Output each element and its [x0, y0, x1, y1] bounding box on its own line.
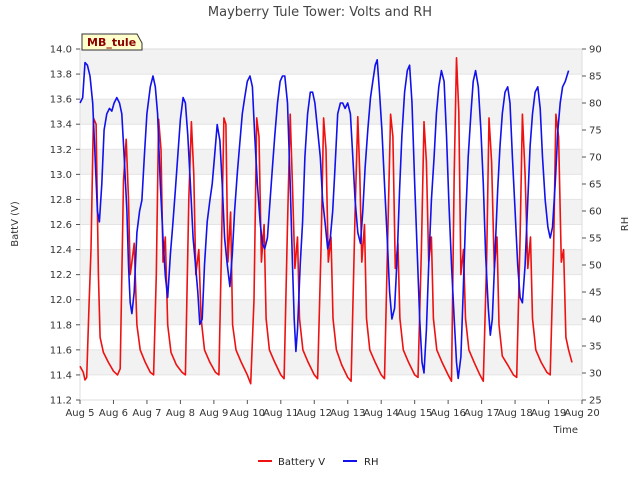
y-left-tick-label: 11.2	[50, 396, 72, 407]
y-right-tick-label: 55	[589, 234, 602, 245]
x-tick-label: Aug 13	[330, 408, 365, 419]
y-left-tick-label: 11.6	[50, 345, 72, 356]
x-tick-label: Aug 15	[397, 408, 432, 419]
grid-band	[80, 49, 582, 75]
x-tick-label: Aug 12	[297, 408, 332, 419]
site-tag: MB_tule	[81, 33, 143, 51]
x-tick-label: Aug 11	[263, 408, 298, 419]
x-tick-label: Aug 14	[363, 408, 398, 419]
x-tick-label: Aug 20	[564, 408, 599, 419]
legend: Battery V RH	[258, 457, 378, 468]
y-axis-left: 11.2 11.4 11.6 11.8 12.0 12.2 12.4 12.6 12.8 13.0…	[50, 45, 80, 407]
y-axis-left-title: BattV (V)	[10, 201, 21, 247]
x-tick-label: Aug 9	[199, 408, 228, 419]
y-axis-right: 25 30 35 40 45 50 55 60 65 70 75 80 85 90	[582, 45, 602, 407]
y-right-tick-label: 75	[589, 126, 602, 137]
x-tick-label: Aug 6	[99, 408, 128, 419]
x-tick-label: Aug 18	[497, 408, 532, 419]
grid-band	[80, 149, 582, 175]
x-tick-label: Aug 10	[230, 408, 265, 419]
x-tick-label: Aug 19	[531, 408, 566, 419]
y-left-tick-label: 13.8	[50, 70, 72, 81]
y-left-tick-label: 13.6	[50, 95, 72, 106]
y-left-tick-label: 11.4	[50, 370, 72, 381]
x-axis-title: Time	[553, 425, 578, 436]
y-left-tick-label: 12.0	[50, 295, 72, 306]
chart-svg: Mayberry Tule Tower: Volts and RH Aug 5 A…	[10, 5, 631, 468]
y-right-tick-label: 80	[589, 99, 602, 110]
x-tick-label: Aug 5	[65, 408, 94, 419]
y-right-tick-label: 30	[589, 369, 602, 380]
y-left-tick-label: 12.8	[50, 195, 72, 206]
y-left-tick-label: 14.0	[50, 45, 72, 56]
y-left-tick-label: 12.2	[50, 270, 72, 281]
y-right-tick-label: 90	[589, 45, 602, 56]
y-left-tick-label: 12.6	[50, 220, 72, 231]
y-axis-right-title: RH	[620, 217, 631, 231]
y-left-tick-label: 12.4	[50, 245, 72, 256]
y-right-tick-label: 50	[589, 261, 602, 272]
legend-label-battery-v: Battery V	[278, 457, 325, 468]
x-tick-label: Aug 16	[430, 408, 465, 419]
y-right-tick-label: 25	[589, 396, 602, 407]
chart-root: Mayberry Tule Tower: Volts and RH Aug 5 A…	[0, 0, 640, 480]
chart-title: Mayberry Tule Tower: Volts and RH	[208, 5, 432, 20]
y-right-tick-label: 35	[589, 342, 602, 353]
y-left-tick-label: 11.8	[50, 320, 72, 331]
plot-area	[79, 48, 583, 401]
x-tick-label: Aug 7	[132, 408, 161, 419]
y-right-tick-label: 45	[589, 288, 602, 299]
y-right-tick-label: 60	[589, 207, 602, 218]
x-tick-label: Aug 17	[464, 408, 499, 419]
legend-label-rh: RH	[364, 457, 378, 468]
y-left-tick-label: 13.0	[50, 170, 72, 181]
y-right-tick-label: 85	[589, 72, 602, 83]
y-left-tick-label: 13.2	[50, 145, 72, 156]
grid-band	[80, 99, 582, 125]
x-axis: Aug 5 Aug 6 Aug 7 Aug 8 Aug 9 Aug 10Aug 11Aug…	[65, 400, 600, 419]
x-tick-label: Aug 8	[166, 408, 195, 419]
grid-band	[80, 199, 582, 225]
y-right-tick-label: 40	[589, 315, 602, 326]
y-right-tick-label: 65	[589, 180, 602, 191]
y-right-tick-label: 70	[589, 153, 602, 164]
y-left-tick-label: 13.4	[50, 120, 72, 131]
site-tag-label: MB_tule	[87, 36, 136, 49]
